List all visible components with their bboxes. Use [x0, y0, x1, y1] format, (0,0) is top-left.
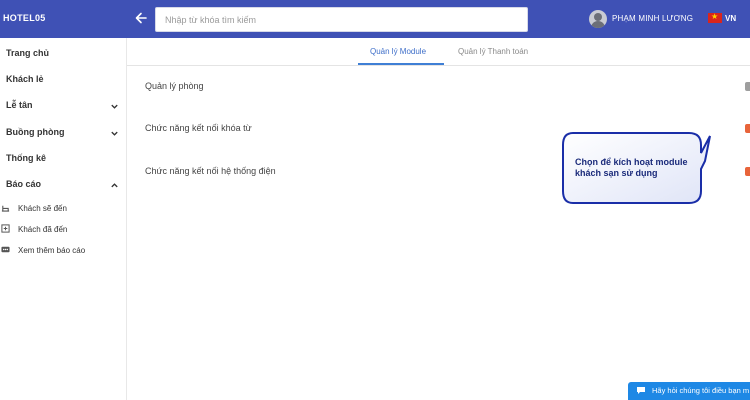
- chevron-down-icon: [111, 131, 118, 136]
- vietnam-flag-icon[interactable]: ★: [708, 12, 722, 23]
- tab-bar: Quản lý Module Quản lý Thanh toán: [127, 38, 750, 66]
- search-input[interactable]: [156, 8, 527, 31]
- tab-payment-management[interactable]: Quản lý Thanh toán: [458, 47, 528, 56]
- sidebar-item-label: Trang chủ: [6, 48, 50, 58]
- sub-item-arrived-guests[interactable]: Khách đã đến: [0, 223, 125, 237]
- sidebar-item-statistics[interactable]: Thống kê: [6, 153, 124, 169]
- top-bar: HOTEL05 PHẠM MINH LƯƠNG ★ VN: [0, 0, 750, 38]
- sidebar: Trang chủ Khách lẻ Lễ tân Buồng phòng Th…: [0, 38, 127, 400]
- module-label-power-system: Chức năng kết nối hệ thống điện: [145, 166, 276, 176]
- chat-button[interactable]: Hãy hỏi chúng tôi điều bạn m: [628, 382, 750, 400]
- module-toggle-key-card[interactable]: [745, 124, 750, 133]
- avatar[interactable]: [589, 10, 607, 28]
- search-box: [155, 7, 528, 32]
- chat-label: Hãy hỏi chúng tôi điều bạn m: [652, 386, 750, 395]
- module-label-room-management: Quản lý phòng: [145, 81, 204, 91]
- sidebar-item-housekeeping[interactable]: Buồng phòng: [6, 127, 124, 143]
- sub-item-more-reports[interactable]: Xem thêm báo cáo: [0, 244, 125, 258]
- module-label-key-card: Chức năng kết nối khóa từ: [145, 123, 252, 133]
- sidebar-item-label: Lễ tân: [6, 100, 33, 110]
- tab-module-management[interactable]: Quản lý Module: [370, 47, 426, 56]
- back-arrow-icon[interactable]: [132, 9, 150, 27]
- language-label[interactable]: VN: [725, 14, 736, 23]
- sidebar-item-walk-in[interactable]: Khách lẻ: [6, 74, 124, 90]
- sidebar-item-label: Khách lẻ: [6, 74, 44, 84]
- sidebar-item-label: Báo cáo: [6, 179, 42, 189]
- sidebar-item-reports[interactable]: Báo cáo: [6, 179, 124, 195]
- brand-logo[interactable]: HOTEL05: [3, 13, 46, 23]
- sidebar-item-label: Buồng phòng: [6, 127, 65, 137]
- callout-text: Chọn để kích hoạt module khách sạn sử dụ…: [575, 157, 688, 178]
- sub-item-label: Khách sẽ đến: [18, 204, 67, 213]
- sub-item-label: Khách đã đến: [18, 225, 68, 234]
- sidebar-item-label: Thống kê: [6, 153, 46, 163]
- sub-item-arriving-guests[interactable]: Khách sẽ đến: [0, 202, 125, 216]
- flag-star-icon: ★: [711, 12, 719, 21]
- user-name[interactable]: PHẠM MINH LƯƠNG: [612, 14, 693, 23]
- active-tab-indicator: [358, 63, 444, 65]
- avatar-head: [594, 13, 602, 21]
- chevron-up-icon: [111, 183, 118, 188]
- module-toggle-power-system[interactable]: [745, 167, 750, 176]
- avatar-body: [591, 21, 605, 28]
- sidebar-item-reception[interactable]: Lễ tân: [6, 100, 124, 116]
- sub-item-label: Xem thêm báo cáo: [18, 246, 86, 255]
- more-icon: [1, 246, 10, 253]
- chevron-down-icon: [111, 104, 118, 109]
- sidebar-item-home[interactable]: Trang chủ: [6, 48, 124, 64]
- luggage-icon: [1, 205, 10, 212]
- checkin-icon: [1, 224, 10, 233]
- chat-icon: [637, 387, 645, 394]
- module-toggle-room-management[interactable]: [745, 82, 750, 91]
